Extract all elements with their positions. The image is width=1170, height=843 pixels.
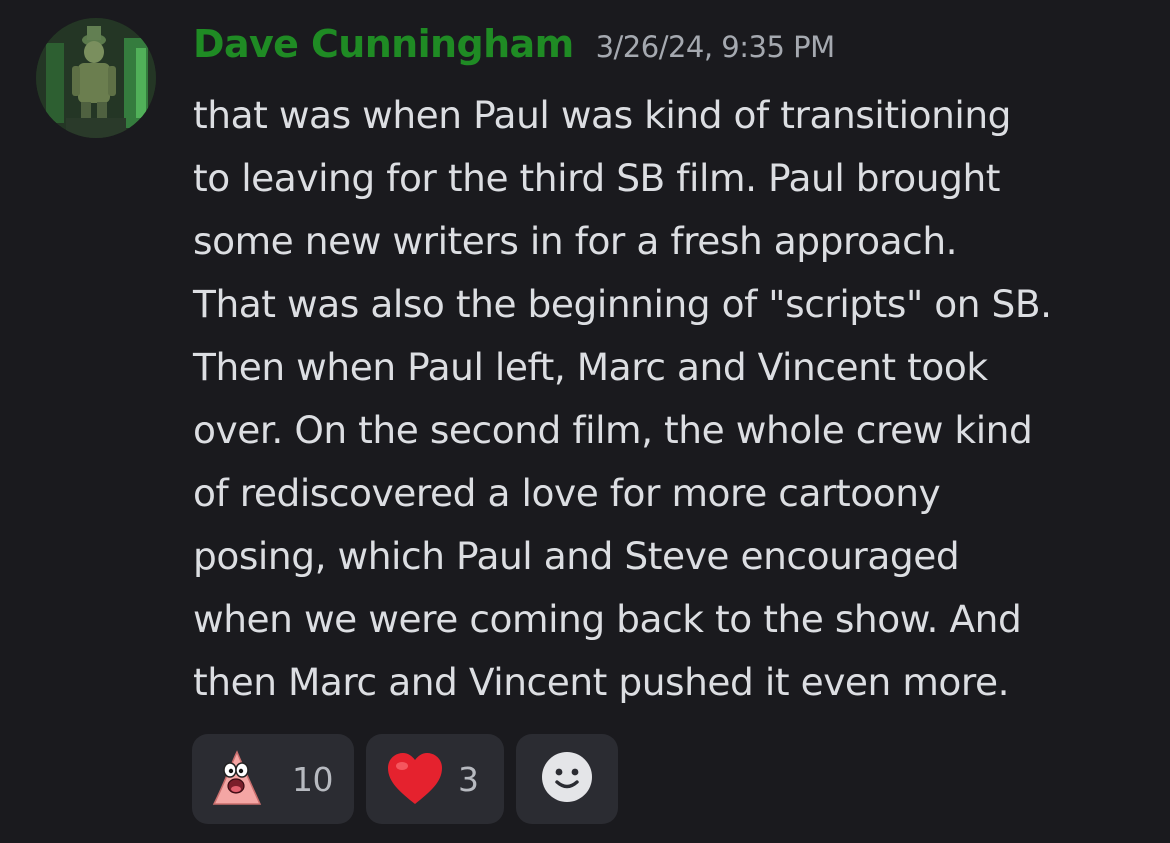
- message-timestamp: 3/26/24, 9:35 PM: [595, 30, 836, 64]
- reaction-count: 3: [458, 759, 479, 799]
- smiley-face-icon: [541, 751, 593, 807]
- message-line: of rediscovered a love for more cartoony: [193, 471, 941, 515]
- message-line: over. On the second film, the whole crew…: [193, 408, 1033, 452]
- patrick-star-icon: [208, 750, 266, 808]
- message-line: some new writers in for a fresh approach…: [193, 219, 958, 263]
- message-line: then Marc and Vincent pushed it even mor…: [193, 660, 1010, 704]
- message-line: posing, which Paul and Steve encouraged: [193, 534, 960, 578]
- avatar[interactable]: [36, 18, 156, 138]
- add-reaction-button[interactable]: [516, 734, 618, 824]
- red-heart-icon: [386, 752, 444, 806]
- message-content: Dave Cunningham 3/26/24, 9:35 PM that wa…: [193, 22, 1153, 714]
- message-line: Then when Paul left, Marc and Vincent to…: [193, 345, 988, 389]
- chat-message: Dave Cunningham 3/26/24, 9:35 PM that wa…: [0, 0, 1170, 843]
- avatar-figure-icon: [36, 18, 156, 138]
- message-line: to leaving for the third SB film. Paul b…: [193, 156, 1001, 200]
- message-line: That was also the beginning of "scripts"…: [193, 282, 1052, 326]
- message-line: that was when Paul was kind of transitio…: [193, 93, 1012, 137]
- reaction-bar: 10 3: [192, 734, 618, 824]
- reaction-heart[interactable]: 3: [366, 734, 504, 824]
- message-header: Dave Cunningham 3/26/24, 9:35 PM: [193, 22, 1153, 82]
- author-name[interactable]: Dave Cunningham: [193, 22, 574, 66]
- reaction-count: 10: [292, 759, 334, 799]
- reaction-patrick[interactable]: 10: [192, 734, 354, 824]
- message-body: that was when Paul was kind of transitio…: [193, 84, 1153, 714]
- message-line: when we were coming back to the show. An…: [193, 597, 1022, 641]
